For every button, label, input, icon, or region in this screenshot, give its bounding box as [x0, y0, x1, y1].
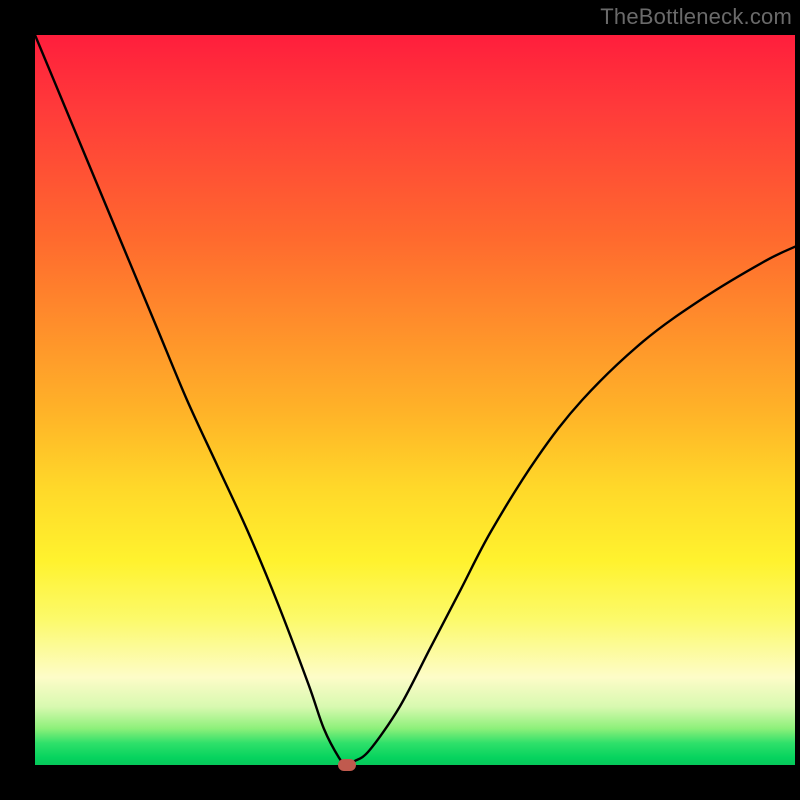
- bottleneck-curve: [35, 35, 795, 765]
- watermark-text: TheBottleneck.com: [600, 4, 792, 30]
- chart-frame: TheBottleneck.com: [0, 0, 800, 800]
- plot-area: [35, 35, 795, 765]
- bottleneck-marker: [338, 759, 356, 771]
